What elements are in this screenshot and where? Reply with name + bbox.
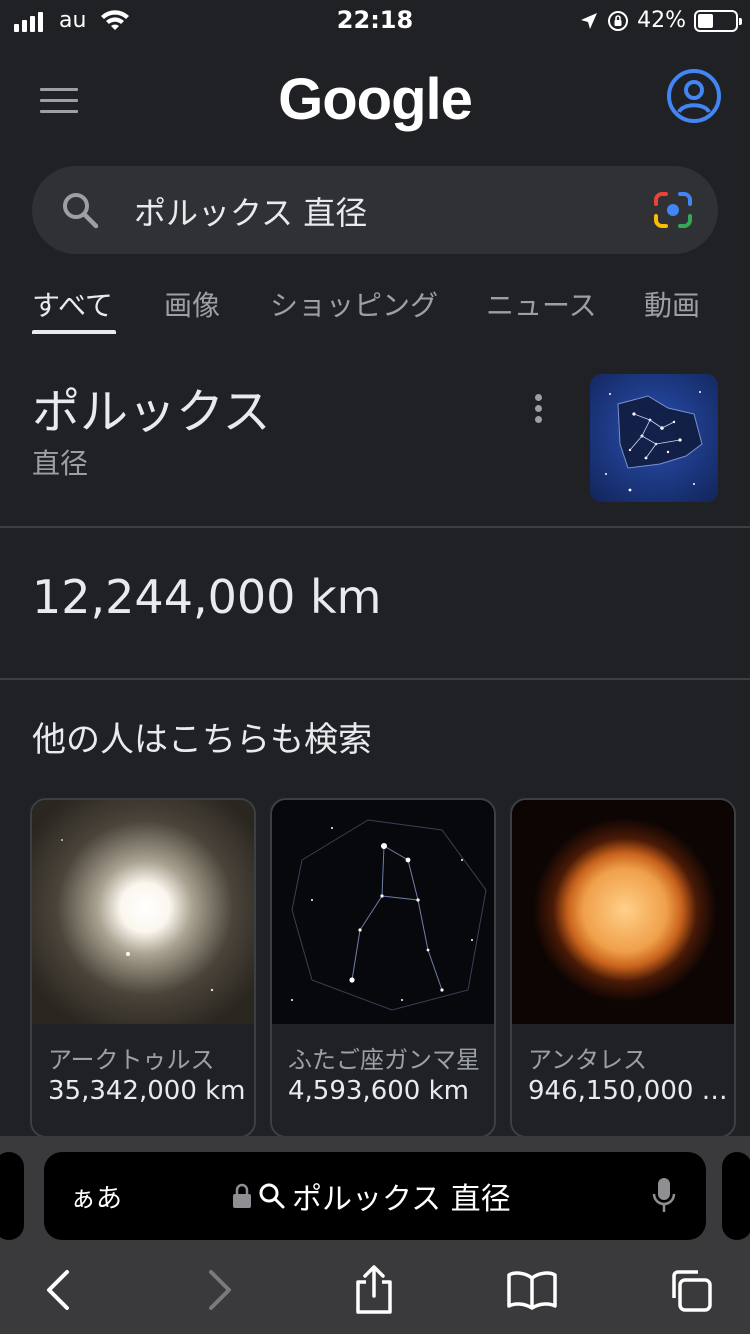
google-lens-icon[interactable] bbox=[652, 190, 694, 230]
next-tab-preview[interactable] bbox=[722, 1152, 750, 1240]
card-image bbox=[272, 800, 494, 1024]
card-name: アークトゥルス bbox=[48, 1046, 215, 1074]
forward-button[interactable] bbox=[190, 1262, 250, 1318]
entity-subtitle: 直径 bbox=[32, 447, 89, 480]
tab-all[interactable]: すべて bbox=[32, 284, 113, 324]
divider bbox=[0, 678, 750, 680]
more-options-icon[interactable] bbox=[524, 394, 552, 426]
tab-shopping[interactable]: ショッピング bbox=[270, 284, 438, 324]
search-icon bbox=[259, 1183, 285, 1209]
card-name: アンタレス bbox=[528, 1046, 648, 1074]
related-card-antares[interactable]: アンタレス 946,150,000 km bbox=[510, 798, 736, 1138]
orientation-lock-icon bbox=[608, 10, 629, 31]
card-value: 4,593,600 km bbox=[288, 1076, 469, 1106]
back-icon bbox=[47, 1270, 69, 1310]
forward-icon bbox=[209, 1270, 231, 1310]
tab-videos[interactable]: 動画 bbox=[644, 284, 700, 324]
active-tab-indicator bbox=[32, 330, 116, 334]
entity-thumbnail[interactable] bbox=[590, 374, 718, 502]
related-card-gamma-geminorum[interactable]: ふたご座ガンマ星 4,593,600 km bbox=[270, 798, 496, 1138]
tab-news[interactable]: ニュース bbox=[486, 284, 597, 324]
constellation-image bbox=[590, 374, 718, 502]
search-box[interactable]: ポルックス 直径 bbox=[32, 166, 718, 254]
address-text: ポルックス 直径 bbox=[292, 1182, 511, 1217]
card-image bbox=[32, 800, 254, 1024]
address-content: ポルックス 直径 bbox=[232, 1174, 511, 1218]
related-searches-title: 他の人はこちらも検索 bbox=[32, 720, 372, 760]
tabs-icon bbox=[672, 1270, 712, 1312]
bookmarks-icon bbox=[507, 1271, 557, 1310]
location-arrow-icon bbox=[581, 12, 598, 29]
lock-icon bbox=[233, 1183, 251, 1208]
card-value: 35,342,000 km bbox=[48, 1076, 246, 1106]
card-name: ふたご座ガンマ星 bbox=[288, 1046, 480, 1074]
tabs-button[interactable] bbox=[660, 1262, 720, 1318]
mic-icon[interactable] bbox=[652, 1176, 676, 1216]
previous-tab-preview[interactable] bbox=[0, 1152, 24, 1240]
card-image bbox=[512, 800, 734, 1024]
search-input[interactable]: ポルックス 直径 bbox=[134, 188, 367, 234]
tab-images[interactable]: 画像 bbox=[164, 284, 220, 324]
related-card-arcturus[interactable]: アークトゥルス 35,342,000 km bbox=[30, 798, 256, 1138]
share-icon bbox=[356, 1265, 392, 1314]
divider bbox=[0, 526, 750, 528]
status-right: 42% bbox=[579, 8, 742, 33]
answer-value: 12,244,000 km bbox=[32, 570, 382, 624]
google-header: Google bbox=[0, 44, 750, 154]
bookmarks-button[interactable] bbox=[502, 1262, 562, 1318]
status-bar: au 22:18 42% bbox=[0, 0, 750, 44]
back-button[interactable] bbox=[28, 1262, 88, 1318]
page-settings-button[interactable]: ぁあ bbox=[70, 1178, 122, 1215]
share-button[interactable] bbox=[344, 1262, 404, 1318]
google-logo[interactable]: Google bbox=[0, 66, 750, 133]
address-bar[interactable]: ぁあ ポルックス 直径 bbox=[44, 1152, 706, 1240]
search-tabs: すべて 画像 ショッピング ニュース 動画 bbox=[0, 270, 750, 340]
entity-title: ポルックス bbox=[32, 384, 271, 440]
battery-icon bbox=[694, 9, 742, 32]
account-icon[interactable] bbox=[666, 68, 722, 124]
battery-percentage: 42% bbox=[637, 8, 686, 33]
card-value: 946,150,000 km bbox=[528, 1076, 728, 1106]
battery-level bbox=[698, 13, 714, 28]
search-icon[interactable] bbox=[60, 190, 100, 230]
